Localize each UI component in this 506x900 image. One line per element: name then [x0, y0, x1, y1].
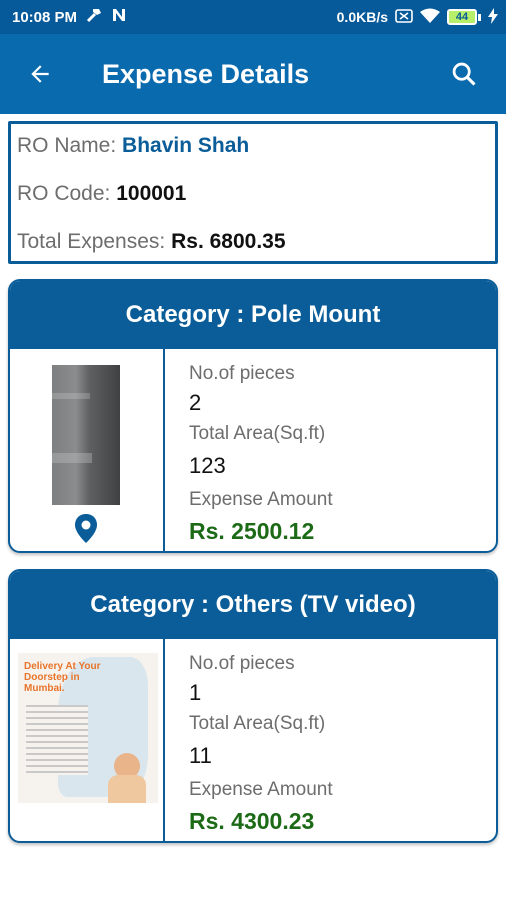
ro-code-label: RO Code: — [17, 182, 117, 205]
ro-name-label: RO Name: — [17, 134, 123, 157]
category-card[interactable]: Category : Others (TV video) Delivery At… — [8, 569, 498, 843]
pieces-value: 2 — [189, 390, 202, 415]
expense-photo[interactable]: Delivery At Your Doorstep in Mumbai. — [18, 653, 158, 803]
ro-info-box: RO Name: Bhavin Shah RO Code: 100001 Tot… — [8, 121, 498, 264]
ro-name-row: RO Name: Bhavin Shah — [17, 134, 249, 158]
ro-code-value: 100001 — [116, 182, 187, 205]
area-value: 123 — [189, 453, 226, 478]
amount-value: Rs. 2500.12 — [189, 518, 315, 544]
category-card[interactable]: Category : Pole Mount No.of pieces 2 Tot… — [8, 279, 498, 553]
pieces-label: No.of pieces — [189, 363, 295, 384]
wifi-icon — [420, 8, 440, 27]
thumbnail-column: Delivery At Your Doorstep in Mumbai. — [10, 639, 165, 841]
app-bar: Expense Details — [0, 34, 506, 114]
search-button[interactable] — [436, 46, 492, 102]
area-value: 11 — [189, 743, 212, 768]
arrow-back-icon — [31, 65, 49, 83]
category-info: No.of pieces 2 Total Area(Sq.ft) 123 Exp… — [165, 349, 496, 551]
amount-label: Expense Amount — [189, 489, 333, 510]
search-icon — [452, 62, 476, 86]
location-pin-icon[interactable] — [74, 514, 98, 549]
back-button[interactable] — [12, 46, 68, 102]
status-time: 10:08 PM — [12, 8, 78, 26]
battery-level: 44 — [447, 9, 477, 25]
area-label: Total Area(Sq.ft) — [189, 423, 326, 444]
amount-label: Expense Amount — [189, 779, 333, 800]
ro-code-row: RO Code: 100001 — [17, 182, 186, 206]
status-bar: 10:08 PM 0.0KB/s 44 — [0, 0, 506, 34]
battery-icon: 44 — [447, 9, 481, 25]
ro-total-row: Total Expenses: Rs. 6800.35 — [17, 230, 286, 254]
sim-icon — [395, 8, 413, 26]
hammer-icon — [85, 6, 103, 28]
expense-photo[interactable] — [52, 365, 120, 505]
ad-headline: Delivery At Your Doorstep in Mumbai. — [24, 661, 101, 694]
amount-value: Rs. 4300.23 — [189, 808, 315, 834]
pieces-value: 1 — [189, 680, 202, 705]
category-title: Category : Others (TV video) — [10, 571, 496, 639]
page-title: Expense Details — [102, 58, 310, 89]
ro-total-label: Total Expenses: — [17, 230, 172, 253]
pieces-label: No.of pieces — [189, 653, 295, 674]
ro-name-value: Bhavin Shah — [122, 134, 250, 157]
category-title: Category : Pole Mount — [10, 281, 496, 349]
network-speed: 0.0KB/s — [336, 9, 388, 25]
n-icon — [111, 7, 127, 27]
ro-total-value: Rs. 6800.35 — [171, 230, 286, 253]
charging-icon — [488, 7, 498, 27]
category-info: No.of pieces 1 Total Area(Sq.ft) 11 Expe… — [165, 639, 496, 841]
thumbnail-column — [10, 349, 165, 551]
area-label: Total Area(Sq.ft) — [189, 713, 326, 734]
